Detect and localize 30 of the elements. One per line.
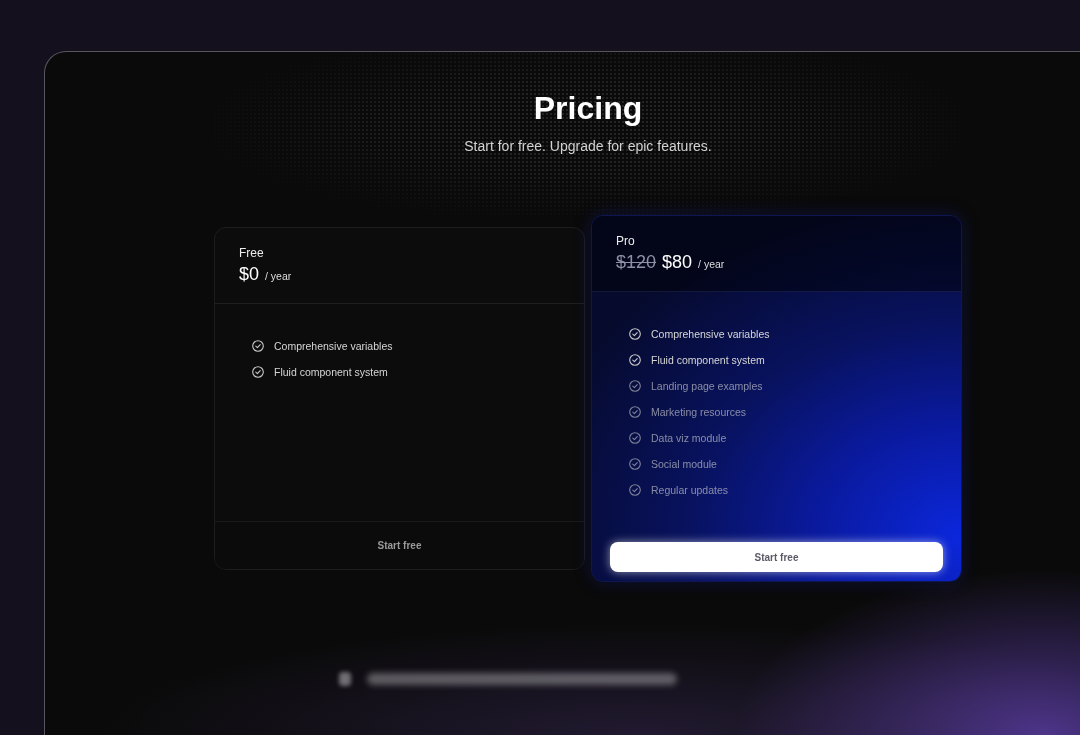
check-circle-icon: [629, 484, 641, 496]
plan-name: Pro: [616, 233, 635, 249]
start-button[interactable]: Start free: [215, 521, 584, 569]
feature-text: Landing page examples: [651, 379, 763, 394]
check-circle-icon: [252, 340, 264, 352]
check-circle-icon: [629, 432, 641, 444]
start-button[interactable]: Start free: [610, 542, 943, 572]
check-circle-icon: [629, 380, 641, 392]
feature-text: Comprehensive variables: [274, 339, 393, 354]
price-period: / year: [698, 258, 725, 270]
check-circle-icon: [629, 328, 641, 340]
old-price: $120: [616, 251, 657, 273]
plan-price: $0: [239, 263, 260, 285]
feature-text: Marketing resources: [651, 405, 747, 420]
plan-name: Free: [239, 245, 264, 261]
feature-text: Social module: [651, 457, 717, 472]
check-circle-icon: [629, 458, 641, 470]
price-period: / year: [265, 270, 292, 282]
page-title: Pricing: [533, 89, 643, 128]
page-subtitle: Start for free. Upgrade for epic features.: [464, 137, 712, 156]
feature-text: Comprehensive variables: [651, 327, 770, 342]
feature-text: Regular updates: [651, 483, 729, 498]
check-circle-icon: [252, 366, 264, 378]
check-circle-icon: [629, 354, 641, 366]
plan-price: $80: [662, 251, 693, 273]
blurred-icon: [339, 672, 351, 686]
feature-text: Fluid component system: [651, 353, 765, 368]
feature-text: Data viz module: [651, 431, 727, 446]
feature-text: Fluid component system: [274, 365, 388, 380]
check-circle-icon: [629, 406, 641, 418]
